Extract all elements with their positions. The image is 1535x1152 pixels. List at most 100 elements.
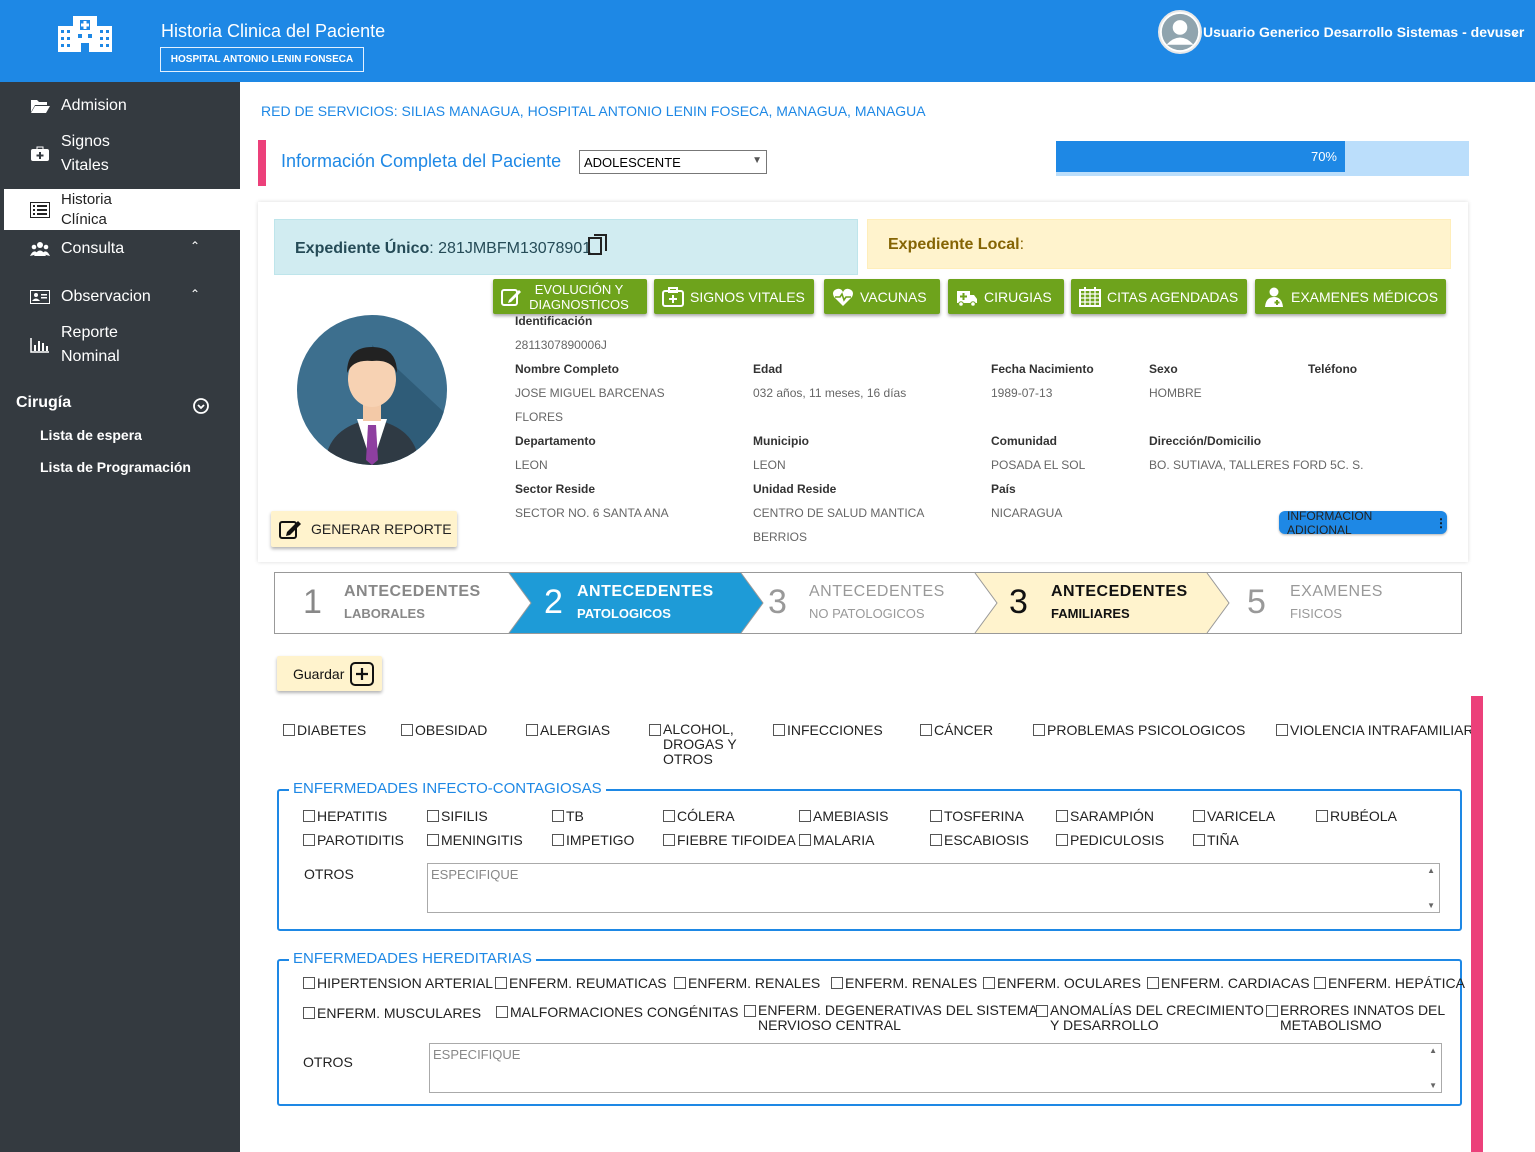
user-name[interactable]: Usuario Generico Desarrollo Sistemas - d… bbox=[1203, 24, 1524, 40]
checkbox-infect-item[interactable]: TIÑA bbox=[1193, 832, 1239, 848]
step-antecedentes-no-patologicos[interactable]: 3 ANTECEDENTES NO PATOLOGICOS bbox=[763, 573, 975, 633]
checkbox-box[interactable] bbox=[920, 724, 932, 736]
sidebar-section-cirugia[interactable]: Cirugía bbox=[0, 394, 240, 418]
checkbox-box[interactable] bbox=[930, 834, 942, 846]
examenes-medicos-button[interactable]: EXAMENES MÉDICOS bbox=[1255, 279, 1446, 314]
chevron-down-icon[interactable]: ⌄ bbox=[1509, 24, 1520, 40]
circle-arrow-down-icon[interactable] bbox=[193, 398, 209, 414]
scroll-down-icon[interactable]: ▼ bbox=[1427, 901, 1435, 910]
checkbox-violencia-intrafamiliar[interactable]: VIOLENCIA INTRAFAMILIAR bbox=[1276, 722, 1474, 738]
checkbox-infecciones[interactable]: INFECCIONES bbox=[773, 722, 883, 738]
scroll-down-icon[interactable]: ▼ bbox=[1429, 1081, 1437, 1090]
checkbox-box[interactable] bbox=[663, 810, 675, 822]
checkbox-box[interactable] bbox=[1314, 977, 1326, 989]
checkbox-infect-item[interactable]: SARAMPIÓN bbox=[1056, 808, 1154, 824]
step-examenes-fisicos[interactable]: 5 EXAMENES FISICOS bbox=[1229, 573, 1461, 633]
checkbox-infect-item[interactable]: MENINGITIS bbox=[427, 832, 523, 848]
checkbox-box[interactable] bbox=[983, 977, 995, 989]
cirugias-button[interactable]: CIRUGIAS bbox=[948, 279, 1064, 314]
checkbox-renales-2[interactable]: ENFERM. RENALES bbox=[831, 975, 977, 991]
chevron-up-icon[interactable]: ⌃ bbox=[190, 239, 200, 253]
signos-vitales-button[interactable]: SIGNOS VITALES bbox=[654, 279, 814, 314]
checkbox-alcohol-drogas[interactable]: ALCOHOL, DROGAS Y OTROS bbox=[649, 722, 737, 767]
checkbox-box[interactable] bbox=[1056, 834, 1068, 846]
step-antecedentes-patologicos[interactable]: 2 ANTECEDENTES PATOLOGICOS bbox=[531, 573, 741, 633]
checkbox-box[interactable] bbox=[427, 810, 439, 822]
checkbox-box[interactable] bbox=[799, 834, 811, 846]
checkbox-degenerativas[interactable]: ENFERM. DEGENERATIVAS DEL SISTEMA NERVIOS… bbox=[744, 1003, 1038, 1033]
checkbox-errores-innatos[interactable]: ERRORES INNATOS DEL METABOLISMO bbox=[1266, 1003, 1445, 1033]
checkbox-box[interactable] bbox=[401, 724, 413, 736]
checkbox-infect-item[interactable]: RUBÉOLA bbox=[1316, 808, 1397, 824]
checkbox-hipertension[interactable]: HIPERTENSION ARTERIAL bbox=[303, 975, 493, 991]
checkbox-anomalias[interactable]: ANOMALÍAS DEL CRECIMIENTO Y DESARROLLO bbox=[1036, 1003, 1264, 1033]
sidebar-item-signos-vitales[interactable]: Signos Vitales bbox=[0, 130, 240, 178]
sidebar-item-admision[interactable]: Admision bbox=[0, 94, 240, 118]
checkbox-box[interactable] bbox=[649, 724, 661, 736]
checkbox-box[interactable] bbox=[303, 834, 315, 846]
hered-otros-textarea[interactable]: ESPECIFIQUE ▲ ▼ bbox=[429, 1043, 1442, 1093]
evolucion-diagnosticos-button[interactable]: EVOLUCIÓN Y DIAGNOSTICOS bbox=[493, 279, 647, 314]
additional-info-button[interactable]: INFORMACION ADICIONAL ⋮ bbox=[1279, 509, 1447, 537]
scroll-up-icon[interactable]: ▲ bbox=[1429, 1046, 1437, 1055]
checkbox-box[interactable] bbox=[1266, 1005, 1278, 1017]
checkbox-box[interactable] bbox=[552, 834, 564, 846]
generate-report-button[interactable]: GENERAR REPORTE bbox=[271, 511, 457, 547]
checkbox-box[interactable] bbox=[552, 810, 564, 822]
checkbox-box[interactable] bbox=[930, 810, 942, 822]
checkbox-malformaciones[interactable]: MALFORMACIONES CONGÉNITAS bbox=[496, 1004, 738, 1020]
checkbox-hepatica[interactable]: ENFERM. HEPÁTICA bbox=[1314, 975, 1465, 991]
checkbox-reumaticas[interactable]: ENFERM. REUMATICAS bbox=[495, 975, 667, 991]
checkbox-box[interactable] bbox=[799, 810, 811, 822]
checkbox-infect-item[interactable]: CÓLERA bbox=[663, 808, 735, 824]
checkbox-box[interactable] bbox=[496, 1006, 508, 1018]
checkbox-infect-item[interactable]: PEDICULOSIS bbox=[1056, 832, 1164, 848]
checkbox-infect-item[interactable]: MALARIA bbox=[799, 832, 874, 848]
checkbox-infect-item[interactable]: SIFILIS bbox=[427, 808, 488, 824]
checkbox-infect-item[interactable]: IMPETIGO bbox=[552, 832, 634, 848]
checkbox-box[interactable] bbox=[1036, 1005, 1048, 1017]
age-group-select[interactable]: ADOLESCENTE ▼ bbox=[579, 150, 767, 174]
scroll-up-icon[interactable]: ▲ bbox=[1427, 866, 1435, 875]
chevron-up-icon[interactable]: ⌃ bbox=[190, 287, 200, 301]
checkbox-infect-item[interactable]: VARICELA bbox=[1193, 808, 1275, 824]
citas-agendadas-button[interactable]: CITAS AGENDADAS bbox=[1071, 279, 1247, 314]
sidebar-item-consulta[interactable]: Consulta ⌃ bbox=[0, 237, 240, 261]
checkbox-diabetes[interactable]: DIABETES bbox=[283, 722, 366, 738]
checkbox-infect-item[interactable]: HEPATITIS bbox=[303, 808, 387, 824]
sidebar-item-reporte-nominal[interactable]: Reporte Nominal bbox=[0, 321, 240, 369]
checkbox-box[interactable] bbox=[663, 834, 675, 846]
checkbox-renales[interactable]: ENFERM. RENALES bbox=[674, 975, 820, 991]
vacunas-button[interactable]: VACUNAS bbox=[824, 279, 940, 314]
checkbox-musculares[interactable]: ENFERM. MUSCULARES bbox=[303, 1005, 481, 1021]
checkbox-infect-item[interactable]: ESCABIOSIS bbox=[930, 832, 1029, 848]
checkbox-box[interactable] bbox=[427, 834, 439, 846]
checkbox-box[interactable] bbox=[1316, 810, 1328, 822]
checkbox-obesidad[interactable]: OBESIDAD bbox=[401, 722, 487, 738]
checkbox-box[interactable] bbox=[1147, 977, 1159, 989]
checkbox-infect-item[interactable]: TB bbox=[552, 808, 584, 824]
checkbox-box[interactable] bbox=[303, 810, 315, 822]
infect-otros-textarea[interactable]: ESPECIFIQUE ▲ ▼ bbox=[427, 863, 1440, 913]
user-avatar[interactable] bbox=[1158, 10, 1202, 54]
copy-icon[interactable] bbox=[588, 233, 608, 257]
step-antecedentes-laborales[interactable]: 1 ANTECEDENTES LABORALES bbox=[275, 573, 509, 633]
sidebar-item-historia-clinica[interactable]: Historia Clínica bbox=[0, 189, 240, 230]
checkbox-infect-item[interactable]: FIEBRE TIFOIDEA bbox=[663, 832, 796, 848]
checkbox-alergias[interactable]: ALERGIAS bbox=[526, 722, 610, 738]
sidebar-item-observacion[interactable]: Observacion ⌃ bbox=[0, 285, 240, 309]
checkbox-cancer[interactable]: CÁNCER bbox=[920, 722, 993, 738]
checkbox-box[interactable] bbox=[303, 1007, 315, 1019]
checkbox-problemas-psicologicos[interactable]: PROBLEMAS PSICOLOGICOS bbox=[1033, 722, 1245, 738]
checkbox-box[interactable] bbox=[773, 724, 785, 736]
save-button[interactable]: Guardar bbox=[277, 656, 382, 691]
checkbox-box[interactable] bbox=[495, 977, 507, 989]
checkbox-box[interactable] bbox=[674, 977, 686, 989]
checkbox-box[interactable] bbox=[283, 724, 295, 736]
checkbox-box[interactable] bbox=[1193, 810, 1205, 822]
step-antecedentes-familiares[interactable]: 3 ANTECEDENTES FAMILIARES bbox=[997, 573, 1207, 633]
checkbox-infect-item[interactable]: TOSFERINA bbox=[930, 808, 1024, 824]
checkbox-box[interactable] bbox=[1056, 810, 1068, 822]
checkbox-cardiacas[interactable]: ENFERM. CARDIACAS bbox=[1147, 975, 1310, 991]
checkbox-box[interactable] bbox=[831, 977, 843, 989]
